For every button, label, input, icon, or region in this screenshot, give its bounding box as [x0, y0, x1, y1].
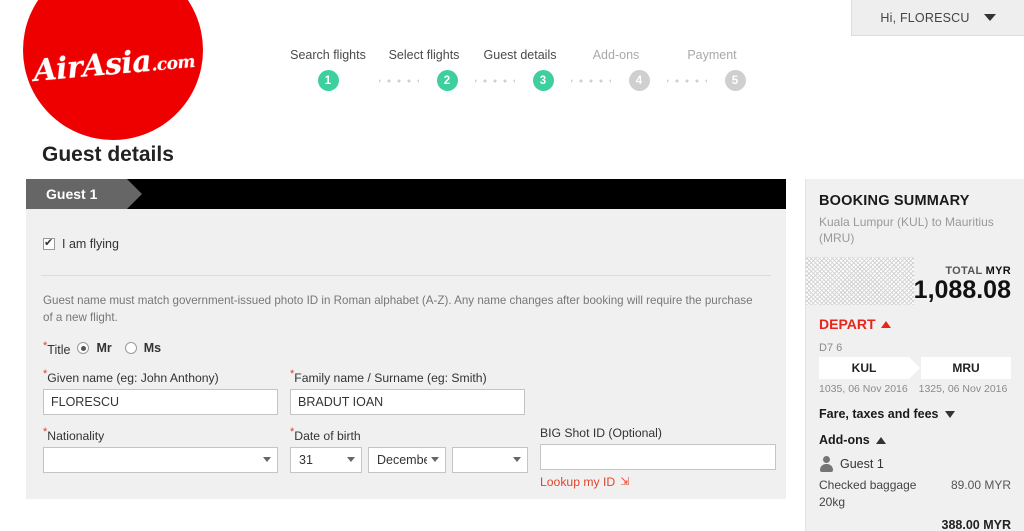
booking-summary-title: BOOKING SUMMARY: [819, 193, 970, 209]
dob-day-value: 31: [299, 452, 313, 467]
step-circle-2[interactable]: 2: [436, 70, 458, 91]
route-bar: KUL MRU: [819, 357, 1011, 380]
date-of-birth-label: *Date of birth: [290, 425, 361, 443]
depart-label: DEPART: [819, 316, 876, 333]
title-radio-mr[interactable]: [77, 342, 90, 355]
guest-tab-label: Guest 1: [46, 186, 98, 202]
dob-day-select[interactable]: 31: [290, 446, 362, 473]
dob-month-value: December: [377, 452, 427, 467]
addon-subtotal-amount: 388.00 MYR: [941, 517, 1011, 531]
user-menu[interactable]: Hi, FLORESCU: [851, 0, 1024, 36]
fare-taxes-fees-label: Fare, taxes and fees: [819, 407, 939, 422]
guest-tab-bar: Guest 1: [26, 179, 786, 209]
step-circle-5: 5: [724, 70, 746, 91]
step-label-payment: Payment: [687, 48, 737, 62]
step-label-add-ons: Add-ons: [592, 48, 640, 62]
arrive-time: 1325, 06 Nov 2016: [918, 383, 1008, 396]
stepper-connector-1: [379, 78, 419, 83]
date-of-birth-selects: 31 December: [290, 446, 528, 473]
nationality-label: *Nationality: [43, 425, 105, 443]
family-name-input[interactable]: [290, 388, 525, 415]
big-shot-id-input[interactable]: [540, 443, 776, 470]
addons-guest-label: Guest 1: [840, 456, 884, 471]
chevron-down-icon: [431, 457, 439, 463]
stepper-labels: Search flights Select flights Guest deta…: [280, 48, 760, 62]
big-shot-id-label: BIG Shot ID (Optional): [540, 425, 662, 440]
destination-code: MRU: [921, 357, 1011, 380]
chevron-down-icon: [263, 457, 271, 463]
title-field-label: *Title: [43, 339, 71, 357]
addon-item-price: 89.00 MYR: [950, 478, 1011, 493]
nationality-select[interactable]: [43, 446, 278, 473]
triangle-up-icon: [880, 320, 891, 328]
nationality-dob-row: *Nationality *Date of birth 31 December: [26, 426, 786, 489]
step-label-guest-details[interactable]: Guest details: [472, 48, 568, 62]
addons-toggle[interactable]: Add-ons: [819, 433, 1011, 447]
total-block: TOTAL MYR 1,088.08: [914, 265, 1011, 303]
triangle-down-icon: [944, 410, 955, 418]
stepper-connector-4: [667, 78, 707, 83]
chevron-down-icon: [513, 457, 521, 463]
booking-summary-panel: BOOKING SUMMARY Kuala Lumpur (KUL) to Ma…: [805, 179, 1024, 531]
i-am-flying-label: I am flying: [62, 237, 119, 251]
logo-text: AirAsia.com: [32, 43, 196, 89]
person-icon: [819, 455, 834, 473]
dob-year-select[interactable]: [452, 446, 528, 473]
triangle-up-icon: [875, 436, 886, 444]
lookup-my-id-label: Lookup my ID: [540, 474, 616, 489]
addon-item-name: Checked baggage 20kg: [819, 478, 917, 509]
title-radio-ms-label: Ms: [143, 341, 162, 356]
route-times: 1035, 06 Nov 2016 1325, 06 Nov 2016: [819, 383, 1011, 395]
checkbox-checked-icon: [43, 236, 55, 250]
addons-guest-row: Guest 1: [819, 455, 1011, 473]
booking-summary-route: Kuala Lumpur (KUL) to Mauritius (MRU): [819, 215, 994, 246]
total-amount: 1,088.08: [913, 276, 1011, 305]
page-title: Guest details: [42, 143, 174, 166]
chevron-down-icon: [347, 457, 355, 463]
step-label-select-flights[interactable]: Select flights: [376, 48, 472, 62]
hatch-pattern: [806, 257, 914, 306]
dob-month-select[interactable]: December: [368, 446, 446, 473]
user-greeting: Hi, FLORESCU: [880, 10, 970, 25]
i-am-flying-checkbox[interactable]: I am flying: [26, 209, 786, 251]
given-name-input[interactable]: [43, 388, 278, 415]
flight-number: D7 6: [819, 342, 843, 355]
origin-code: KUL: [819, 357, 920, 380]
lookup-my-id-link[interactable]: Lookup my ID ⇲: [540, 475, 776, 489]
airasia-logo[interactable]: AirAsia.com: [23, 0, 203, 140]
depart-time: 1035, 06 Nov 2016: [819, 383, 908, 396]
big-shot-id-field: BIG Shot ID (Optional) Lookup my ID ⇲: [540, 426, 776, 489]
addon-item-row: Checked baggage 20kg 89.00 MYR: [819, 477, 1011, 509]
step-label-search-flights[interactable]: Search flights: [280, 48, 376, 62]
guest-details-form-panel: Guest 1 I am flying Guest name must matc…: [26, 179, 786, 499]
title-field-row: *Title Mr Ms: [26, 327, 786, 357]
step-circle-1[interactable]: 1: [317, 70, 339, 91]
addons-label: Add-ons: [819, 433, 870, 448]
date-of-birth-field: *Date of birth 31 December: [290, 426, 528, 489]
chevron-down-icon: [983, 14, 996, 21]
title-radio-ms[interactable]: [124, 342, 137, 355]
guest-tab-1[interactable]: Guest 1: [26, 179, 143, 209]
nationality-field: *Nationality: [43, 426, 278, 489]
addon-subtotal-row: 388.00 MYR: [819, 518, 1011, 531]
step-circle-4: 4: [628, 70, 650, 91]
stepper-connector-2: [475, 78, 515, 83]
page-root: Hi, FLORESCU AirAsia.com Search flights …: [0, 0, 1024, 531]
progress-stepper: Search flights Select flights Guest deta…: [280, 48, 760, 100]
family-name-field: *Family name / Surname (eg: Smith): [290, 368, 525, 415]
name-match-notice: Guest name must match government-issued …: [43, 294, 753, 324]
given-name-label: *Given name (eg: John Anthony): [43, 367, 219, 385]
title-radio-mr-label: Mr: [96, 341, 112, 356]
fare-taxes-fees-toggle[interactable]: Fare, taxes and fees: [819, 407, 1011, 421]
depart-section-toggle[interactable]: DEPART: [819, 316, 1011, 332]
external-link-icon: ⇲: [620, 476, 630, 489]
stepper-circles: 1 2 3 4 5: [280, 70, 760, 91]
step-circle-3[interactable]: 3: [532, 70, 554, 91]
total-band: TOTAL MYR 1,088.08: [806, 257, 1024, 306]
name-field-row: *Given name (eg: John Anthony) *Family n…: [26, 368, 786, 415]
stepper-connector-3: [571, 78, 611, 83]
given-name-field: *Given name (eg: John Anthony): [43, 368, 278, 415]
family-name-label: *Family name / Surname (eg: Smith): [290, 367, 487, 385]
